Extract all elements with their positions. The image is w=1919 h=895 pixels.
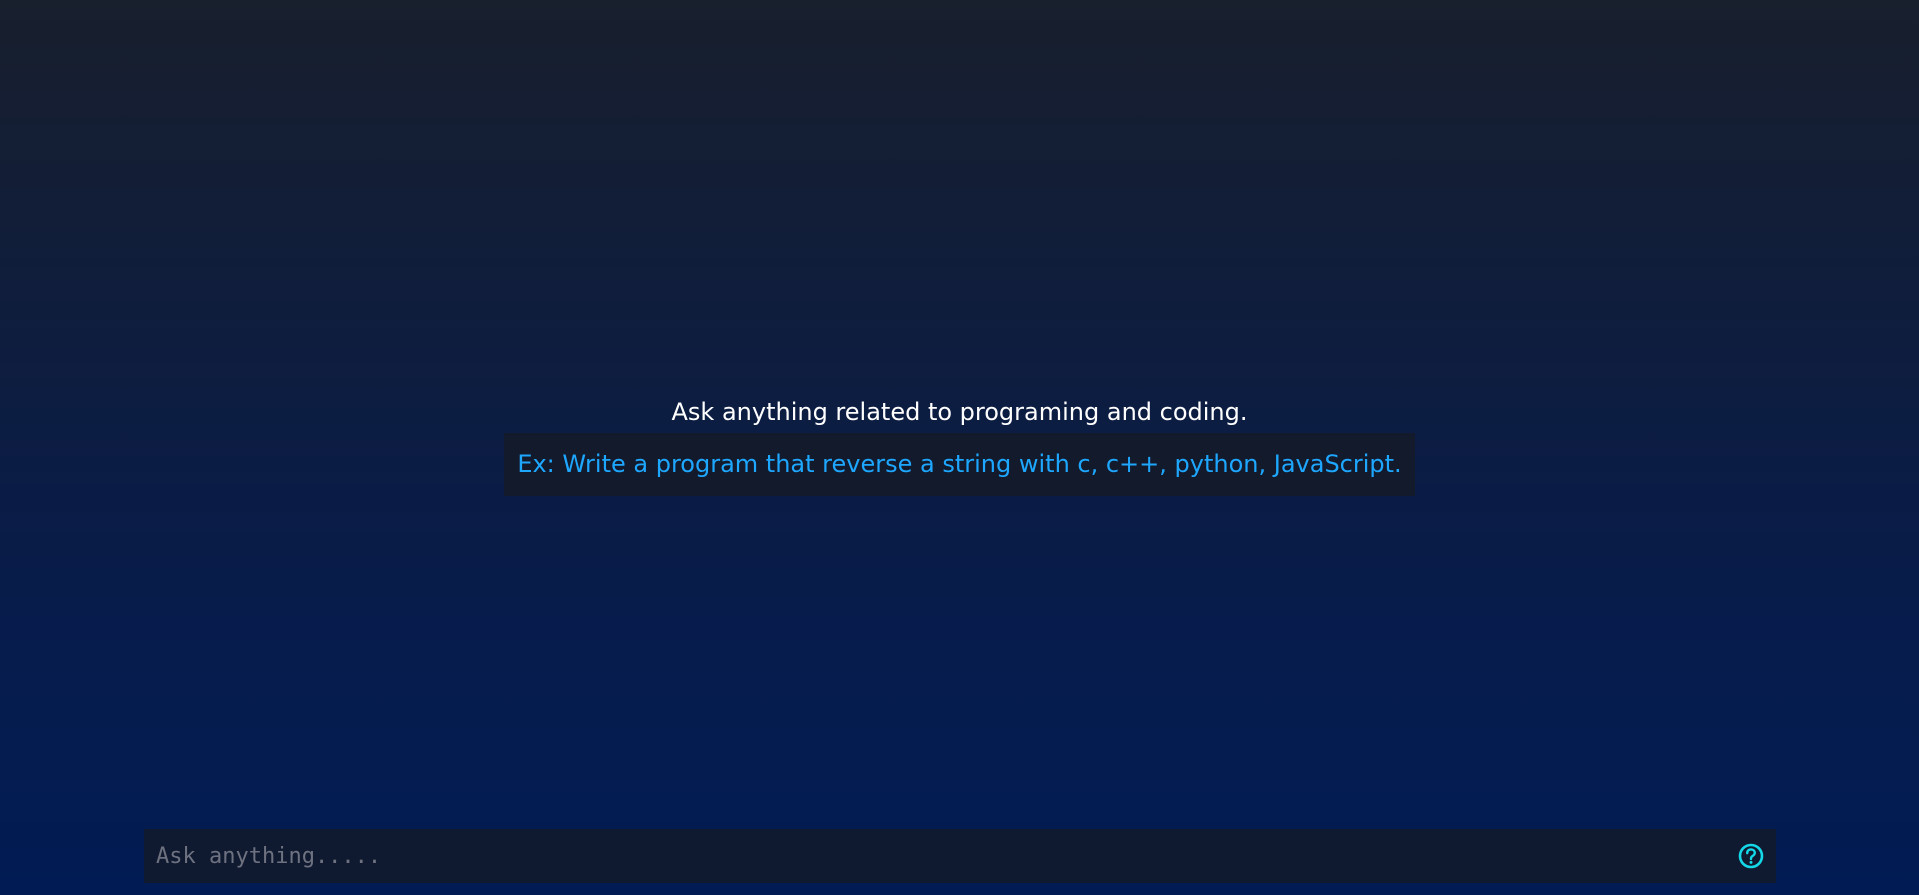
hero-title: Ask anything related to programing and c… — [671, 398, 1248, 426]
prompt-bar — [144, 829, 1776, 883]
ask-input[interactable] — [144, 829, 1714, 883]
help-icon[interactable] — [1738, 843, 1764, 869]
hero: Ask anything related to programing and c… — [0, 393, 1919, 496]
example-prompt[interactable]: Ex: Write a program that reverse a strin… — [504, 433, 1415, 496]
question-circle-icon — [1738, 843, 1764, 869]
